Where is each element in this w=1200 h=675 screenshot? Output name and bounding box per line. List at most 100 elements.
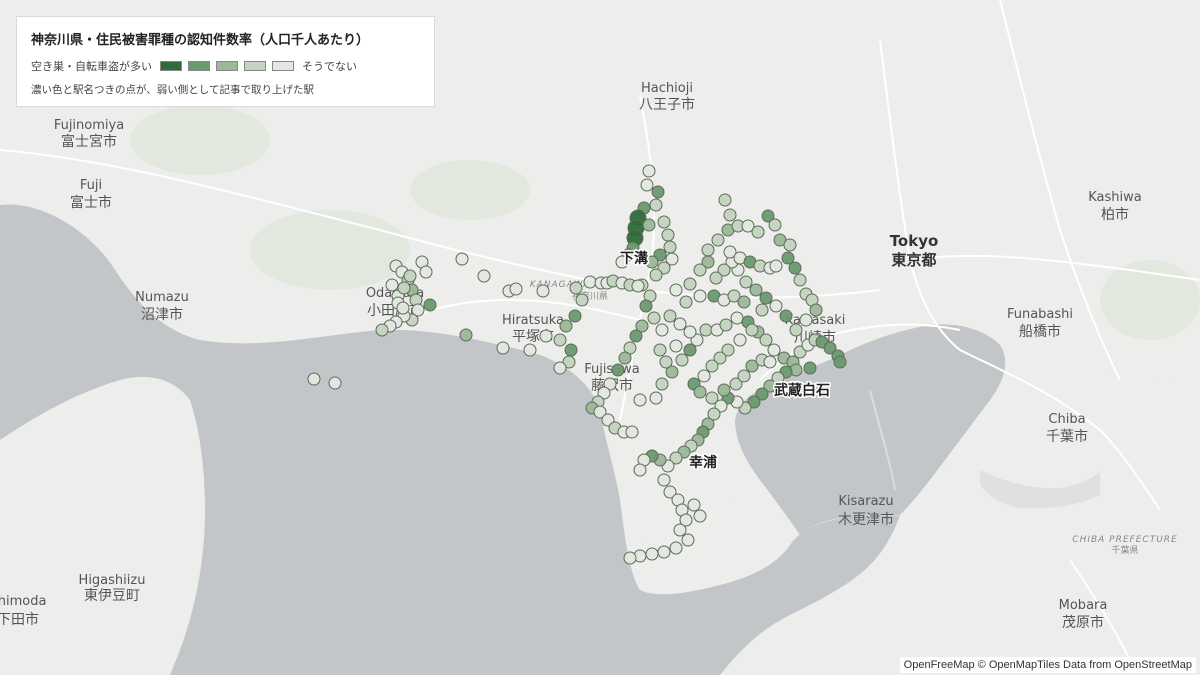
station-point[interactable]	[717, 383, 731, 397]
station-point[interactable]	[745, 323, 759, 337]
station-point[interactable]	[631, 279, 645, 293]
station-point[interactable]	[679, 295, 693, 309]
station-point[interactable]	[793, 273, 807, 287]
station-point[interactable]	[583, 275, 597, 289]
station-point[interactable]	[403, 269, 417, 283]
station-point[interactable]	[759, 291, 773, 305]
station-point[interactable]	[683, 325, 697, 339]
station-point[interactable]	[396, 301, 410, 315]
station-point[interactable]	[625, 425, 639, 439]
station-point[interactable]	[651, 185, 665, 199]
station-point[interactable]	[419, 265, 433, 279]
station-point[interactable]	[669, 283, 683, 297]
station-point[interactable]	[763, 355, 777, 369]
station-point[interactable]	[477, 269, 491, 283]
station-point[interactable]	[768, 218, 782, 232]
station-point[interactable]	[642, 164, 656, 178]
station-point[interactable]	[755, 303, 769, 317]
station-point[interactable]	[803, 361, 817, 375]
station-point[interactable]	[711, 233, 725, 247]
station-point[interactable]	[675, 353, 689, 367]
station-point[interactable]	[749, 283, 763, 297]
station-point[interactable]	[659, 355, 673, 369]
station-point[interactable]	[681, 533, 695, 547]
station-point[interactable]	[683, 277, 697, 291]
station-point[interactable]	[328, 376, 342, 390]
station-point[interactable]	[767, 343, 781, 357]
station-point[interactable]	[649, 391, 663, 405]
station-point[interactable]	[705, 359, 719, 373]
station-point[interactable]	[687, 498, 701, 512]
station-point[interactable]	[559, 319, 573, 333]
station-point[interactable]	[611, 363, 625, 377]
station-point[interactable]	[718, 193, 732, 207]
station-point[interactable]	[539, 329, 553, 343]
station-point[interactable]	[568, 309, 582, 323]
station-point[interactable]	[657, 215, 671, 229]
station-point[interactable]	[423, 298, 437, 312]
station-point[interactable]	[769, 299, 783, 313]
station-point[interactable]	[653, 343, 667, 357]
station-point[interactable]	[455, 252, 469, 266]
station-point[interactable]	[669, 339, 683, 353]
station-point[interactable]	[629, 329, 643, 343]
map-attribution[interactable]: OpenFreeMap © OpenMapTiles Data from Ope…	[899, 657, 1196, 673]
station-point[interactable]	[661, 228, 675, 242]
station-point[interactable]	[669, 541, 683, 555]
station-point[interactable]	[697, 369, 711, 383]
station-point[interactable]	[618, 351, 632, 365]
station-point[interactable]	[655, 377, 669, 391]
station-point[interactable]	[642, 218, 656, 232]
station-point[interactable]	[523, 343, 537, 357]
station-point[interactable]	[639, 299, 653, 313]
station-point[interactable]	[553, 333, 567, 347]
station-point[interactable]	[657, 545, 671, 559]
station-point[interactable]	[553, 361, 567, 375]
station-point[interactable]	[769, 259, 783, 273]
station-point[interactable]	[799, 313, 813, 327]
station-point[interactable]	[788, 261, 802, 275]
station-point[interactable]	[633, 393, 647, 407]
station-point[interactable]	[569, 281, 583, 295]
station-point[interactable]	[385, 278, 399, 292]
station-point[interactable]	[833, 355, 847, 369]
station-point[interactable]	[739, 275, 753, 289]
station-point[interactable]	[693, 289, 707, 303]
station-point[interactable]	[397, 281, 411, 295]
station-point[interactable]	[575, 293, 589, 307]
station-point[interactable]	[693, 263, 707, 277]
station-point[interactable]	[663, 240, 677, 254]
station-point[interactable]	[733, 333, 747, 347]
station-point[interactable]	[709, 271, 723, 285]
station-point[interactable]	[779, 309, 793, 323]
station-point[interactable]	[375, 323, 389, 337]
station-point[interactable]	[649, 268, 663, 282]
station-point[interactable]	[657, 473, 671, 487]
station-point[interactable]	[623, 551, 637, 565]
station-point[interactable]	[633, 463, 647, 477]
station-point[interactable]	[509, 282, 523, 296]
station-point[interactable]	[459, 328, 473, 342]
station-point[interactable]	[737, 369, 751, 383]
station-point[interactable]	[564, 343, 578, 357]
station-point[interactable]	[496, 341, 510, 355]
station-point[interactable]	[699, 323, 713, 337]
station-point[interactable]	[751, 225, 765, 239]
station-point[interactable]	[663, 309, 677, 323]
station-point[interactable]	[701, 243, 715, 257]
station-point[interactable]	[809, 303, 823, 317]
station-point[interactable]	[730, 311, 744, 325]
station-point[interactable]	[655, 323, 669, 337]
station-point[interactable]	[536, 284, 550, 298]
station-point[interactable]	[645, 547, 659, 561]
station-point[interactable]	[649, 198, 663, 212]
station-point[interactable]	[737, 295, 751, 309]
station-point[interactable]	[719, 318, 733, 332]
station-point[interactable]	[693, 385, 707, 399]
station-point[interactable]	[640, 178, 654, 192]
station-point[interactable]	[783, 238, 797, 252]
station-point[interactable]	[693, 509, 707, 523]
station-point[interactable]	[307, 372, 321, 386]
station-point[interactable]	[723, 208, 737, 222]
station-point[interactable]	[647, 311, 661, 325]
